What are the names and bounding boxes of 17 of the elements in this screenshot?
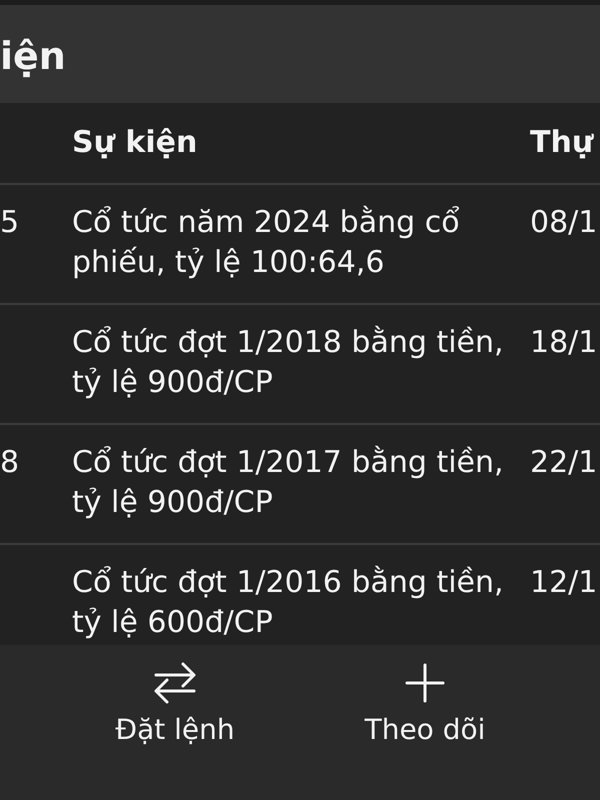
follow-button[interactable]: Theo dõi [358, 657, 492, 751]
table-cell-text: 8 [0, 444, 20, 482]
column-header: Thự [530, 124, 594, 162]
date-cell-text: 18/1 [530, 324, 598, 362]
screen-title: iện [0, 33, 66, 79]
event-cell-text: Cổ tức năm 2024 bằng cổ phiếu, tỷ lệ 100:64,6 [72, 204, 461, 282]
place-order-button[interactable]: Đặt lệnh [109, 657, 241, 751]
date-cell-text: 08/1 [530, 204, 598, 242]
plus-icon [402, 661, 447, 705]
event-cell-text: Cổ tức đợt 1/2018 bằng tiền, tỷ lệ 900đ/CP [72, 324, 505, 402]
column-header: Sự kiện [72, 124, 198, 162]
date-cell-text: 12/1 [530, 564, 598, 602]
event-cell-text: Cổ tức đợt 1/2016 bằng tiền, tỷ lệ 600đ/CP [72, 564, 505, 642]
swap-arrows-icon [152, 661, 197, 705]
event-cell-text: Cổ tức đợt 1/2017 bằng tiền, tỷ lệ 900đ/CP [72, 444, 505, 522]
table-cell-text: 5 [0, 204, 20, 242]
date-cell-text: 22/1 [530, 444, 598, 482]
